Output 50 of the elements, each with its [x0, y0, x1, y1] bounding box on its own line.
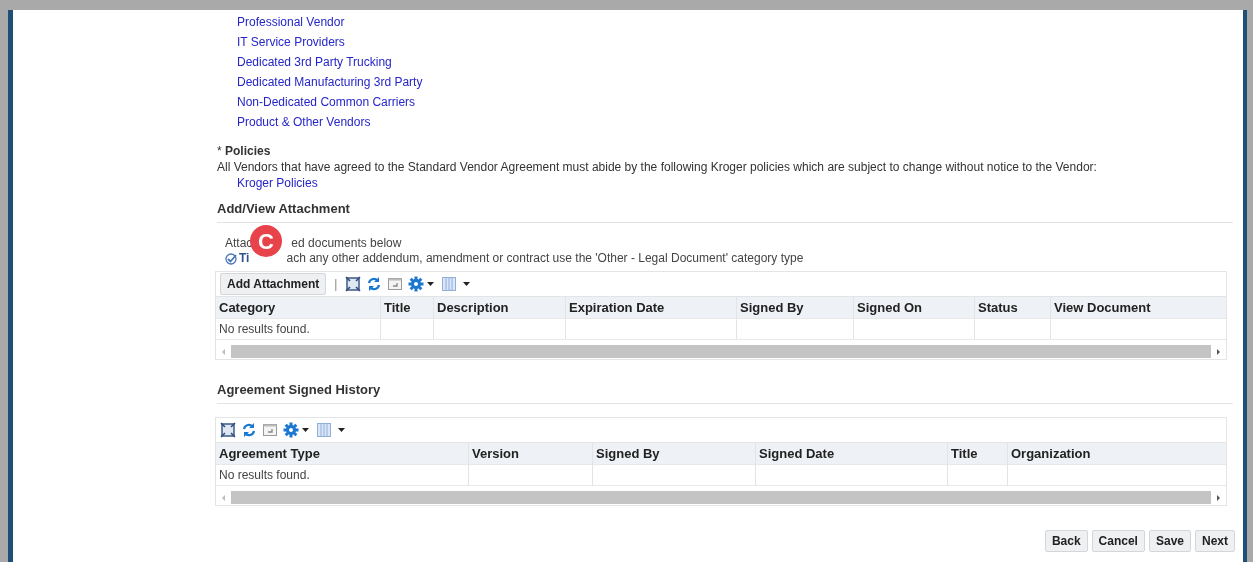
column-header: Signed Date: [756, 443, 948, 465]
column-header: Expiration Date: [566, 297, 737, 319]
vendor-link[interactable]: Dedicated 3rd Party Trucking: [237, 52, 392, 72]
section-heading: Add/View Attachment: [217, 201, 1233, 223]
vendor-link[interactable]: Dedicated Manufacturing 3rd Party: [237, 72, 423, 92]
column-header: Organization: [1008, 443, 1226, 465]
refresh-icon[interactable]: [241, 422, 257, 438]
column-header: View Document: [1051, 297, 1226, 319]
nav-button[interactable]: Next: [1195, 530, 1235, 552]
vendor-link[interactable]: Product & Other Vendors: [237, 112, 371, 132]
column-header: Title: [381, 297, 434, 319]
detach-icon[interactable]: [220, 422, 236, 438]
policies-text: All Vendors that have agreed to the Standard Vendor Agreement must abide by the following Kroger policies which are subject to change without notice to the Vendor:: [217, 159, 1098, 175]
column-header: Signed By: [593, 443, 756, 465]
window-icon[interactable]: [387, 276, 404, 292]
column-header: Agreement Type: [216, 443, 469, 465]
policies-link[interactable]: Kroger Policies: [237, 175, 318, 191]
column-header: Signed By: [737, 297, 854, 319]
column-header: Title: [948, 443, 1008, 465]
tip-label: Ti: [239, 251, 250, 266]
column-header: Signed On: [854, 297, 975, 319]
vendor-link[interactable]: IT Service Providers: [237, 32, 345, 52]
marker-badge: C: [250, 225, 282, 257]
toolbar-separator: |: [334, 277, 338, 291]
nav-button[interactable]: Back: [1044, 530, 1088, 552]
instruction-text: ed documents below: [291, 236, 402, 251]
vendor-link[interactable]: Non-Dedicated Common Carriers: [237, 92, 416, 112]
detach-icon[interactable]: [345, 276, 362, 292]
refresh-icon[interactable]: [366, 276, 383, 292]
window-icon[interactable]: [262, 422, 278, 438]
column-header: Description: [434, 297, 566, 319]
section-heading: Agreement Signed History: [217, 382, 1233, 404]
policies-label: * Policies: [217, 143, 272, 159]
empty-cell: [948, 465, 1008, 486]
empty-message: No results found.: [216, 465, 469, 486]
empty-cell: [381, 319, 434, 340]
vendor-link[interactable]: Professional Vendor: [237, 12, 345, 32]
column-header: Category: [216, 297, 381, 319]
tip-text: ach any other addendum, amendment or contract use the 'Other - Legal Document' category type: [286, 251, 804, 266]
add-attachment-button[interactable]: Add Attachment: [220, 273, 327, 295]
instruction-text: Attac: [225, 236, 253, 251]
gear-icon[interactable]: [283, 422, 311, 438]
column-header: Version: [469, 443, 593, 465]
columns-icon[interactable]: [316, 422, 348, 438]
empty-message: No results found.: [216, 319, 381, 340]
check-icon: [225, 252, 237, 265]
column-header: Status: [975, 297, 1051, 319]
nav-button[interactable]: Save: [1148, 530, 1191, 552]
gear-icon[interactable]: [408, 276, 437, 292]
nav-button[interactable]: Cancel: [1091, 530, 1145, 552]
